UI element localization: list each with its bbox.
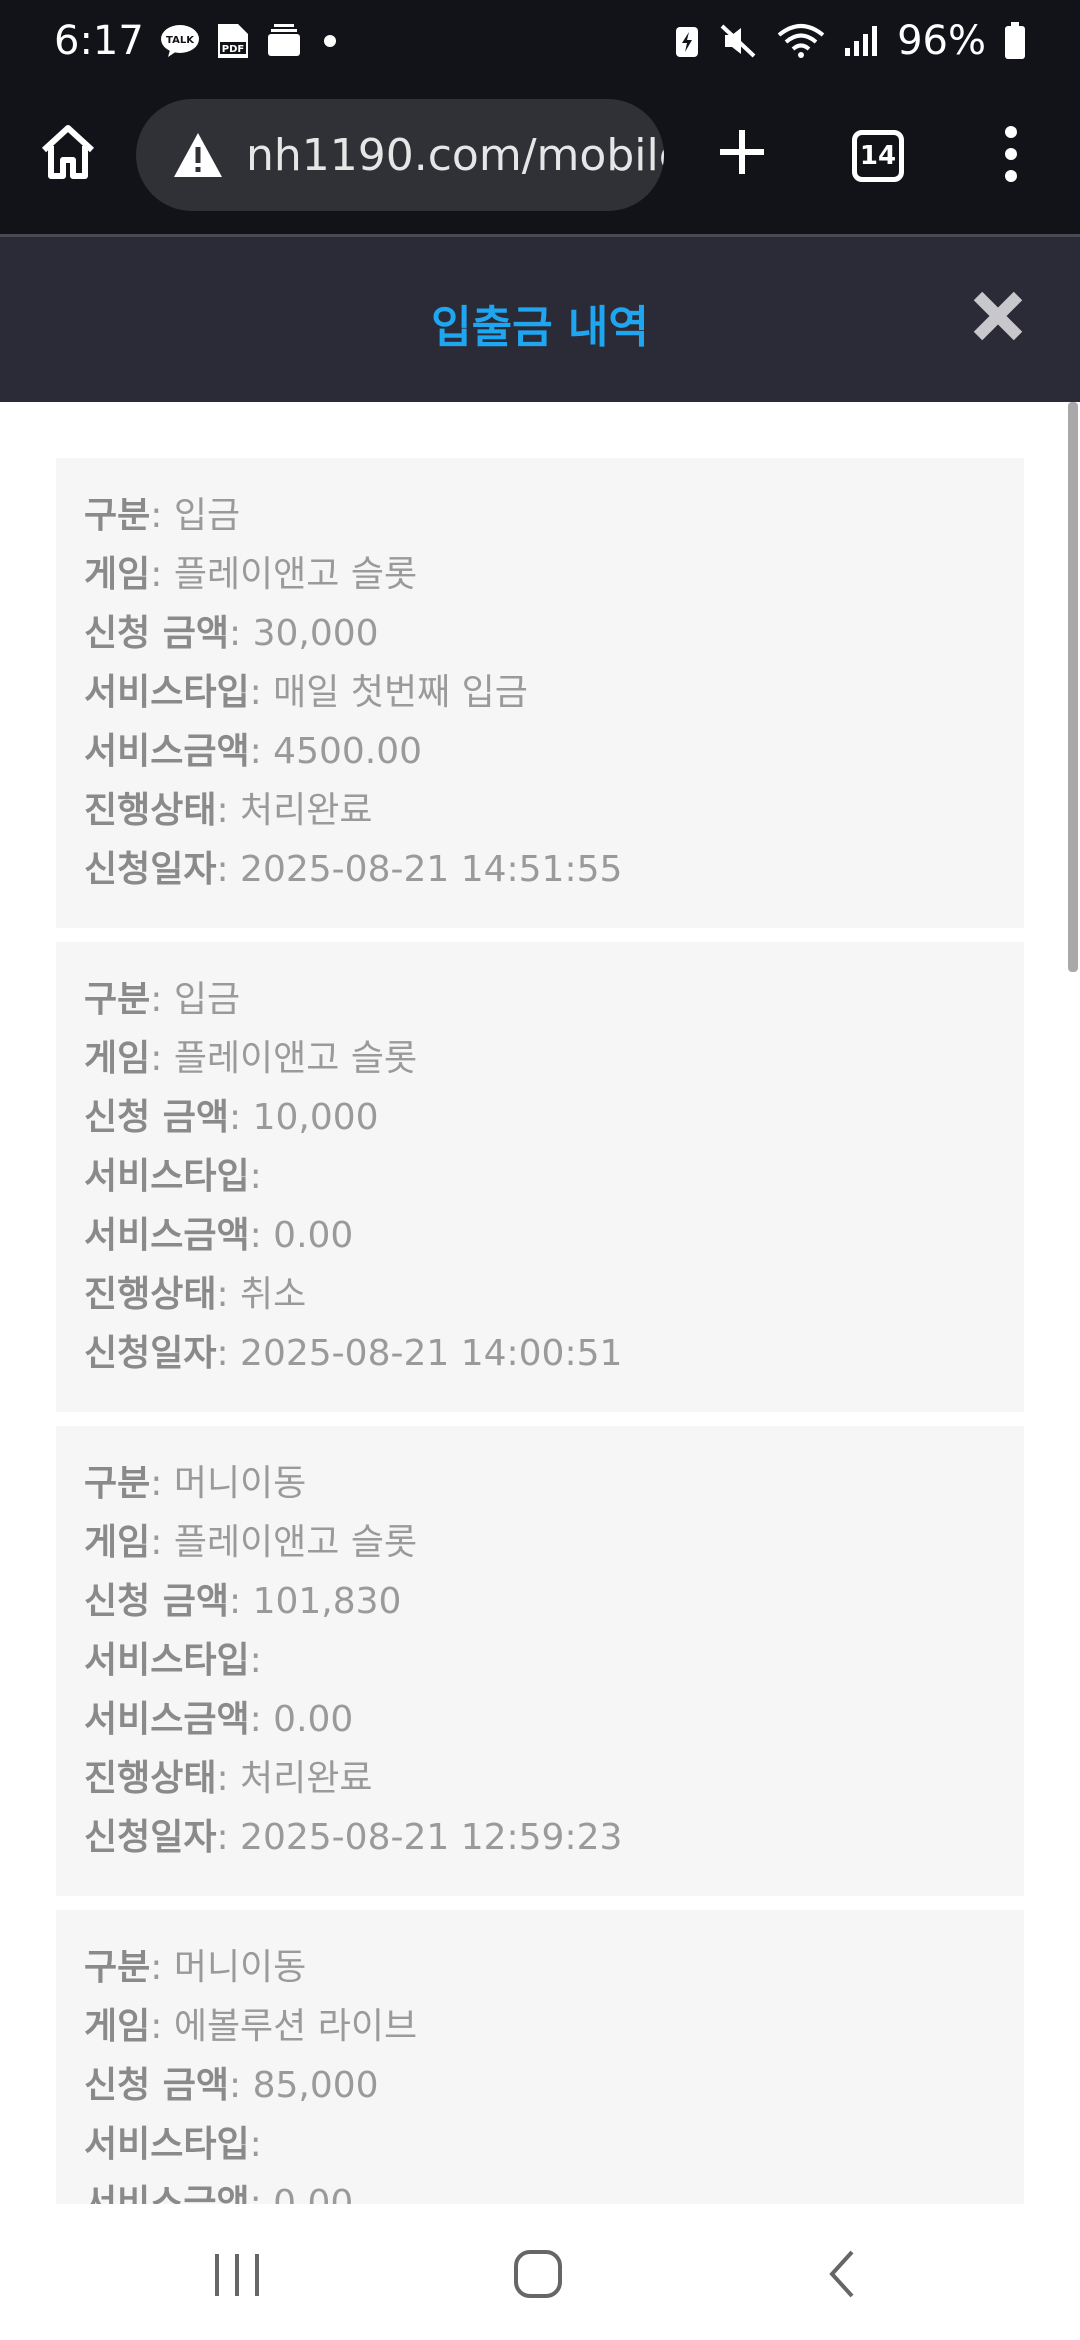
battery-percent: 96% [897, 18, 986, 64]
pdf-badge-text: PDF [222, 44, 244, 55]
wifi-icon [777, 23, 825, 59]
record-game: 게임: 플레이앤고 슬롯 [84, 1038, 418, 1079]
address-bar[interactable]: nh1190.com/mobile/ [136, 99, 664, 211]
notification-dot-icon [318, 29, 342, 53]
signal-icon [843, 24, 879, 58]
warning-icon[interactable] [172, 131, 224, 179]
record-status: 진행상태: 취소 [84, 1274, 307, 1315]
record-service-type: 서비스타입: [84, 1156, 262, 1197]
record-request-amount: 신청 금액: 101,830 [84, 1581, 402, 1622]
transaction-record: 구분: 입금 게임: 플레이앤고 슬롯 신청 금액: 30,000 서비스타입:… [56, 458, 1024, 928]
record-request-amount: 신청 금액: 85,000 [84, 2065, 379, 2106]
home-outline-icon [514, 2250, 562, 2298]
more-vert-icon [1005, 126, 1017, 182]
record-category: 구분: 입금 [84, 979, 241, 1020]
home-icon [41, 125, 95, 179]
record-service-amount: 서비스금액: 4500.00 [84, 731, 423, 772]
kakaotalk-icon: TALK [160, 23, 200, 59]
record-request-date: 신청일자: 2025-08-21 14:51:55 [84, 849, 623, 890]
back-button[interactable] [826, 2248, 858, 2300]
battery-saver-icon [673, 23, 701, 59]
recents-icon [215, 2254, 259, 2296]
tab-switcher-button[interactable]: 14 [852, 130, 904, 182]
record-service-amount: 서비스금액: 0.00 [84, 1699, 354, 1740]
battery-icon [1004, 22, 1026, 60]
close-icon [973, 291, 1023, 341]
transaction-record: 구분: 머니이동 게임: 플레이앤고 슬롯 신청 금액: 101,830 서비스… [56, 1426, 1024, 1896]
browser-toolbar: nh1190.com/mobile/ 14 [0, 82, 1080, 234]
record-request-date: 신청일자: 2025-08-21 14:00:51 [84, 1333, 623, 1374]
close-button[interactable] [970, 288, 1026, 344]
record-request-amount: 신청 금액: 10,000 [84, 1097, 379, 1138]
record-category: 구분: 입금 [84, 495, 241, 536]
modal-title: 입출금 내역 [431, 302, 649, 353]
record-status: 진행상태: 처리완료 [84, 1758, 373, 1799]
kakaotalk-badge-text: TALK [166, 35, 195, 46]
record-game: 게임: 에볼루션 라이브 [84, 2006, 418, 2047]
pdf-icon: PDF [216, 22, 250, 60]
record-category: 구분: 머니이동 [84, 1463, 307, 1504]
mute-icon [719, 23, 759, 59]
record-request-date: 신청일자: 2025-08-21 12:59:23 [84, 1817, 623, 1858]
transaction-record: 구분: 머니이동 게임: 에볼루션 라이브 신청 금액: 85,000 서비스타… [56, 1910, 1024, 2204]
transaction-list[interactable]: 구분: 입금 게임: 플레이앤고 슬롯 신청 금액: 30,000 서비스타입:… [0, 402, 1070, 2204]
browser-menu-button[interactable] [996, 122, 1026, 186]
status-time: 6:17 [54, 18, 144, 64]
system-nav-bar [0, 2204, 1080, 2340]
record-category: 구분: 머니이동 [84, 1947, 307, 1988]
modal-header: 입출금 내역 [0, 234, 1080, 402]
app-root: 6:17 TALK PDF 96% nh1190.com/mobile/ 14 … [0, 0, 1080, 2340]
transaction-record: 구분: 입금 게임: 플레이앤고 슬롯 신청 금액: 10,000 서비스타입:… [56, 942, 1024, 1412]
system-home-button[interactable] [512, 2248, 564, 2300]
record-game: 게임: 플레이앤고 슬롯 [84, 1522, 418, 1563]
url-text[interactable]: nh1190.com/mobile/ [246, 130, 664, 181]
stack-notification-icon [266, 24, 302, 58]
status-bar: 6:17 TALK PDF 96% [0, 0, 1080, 82]
record-service-type: 서비스타입: [84, 1640, 262, 1681]
chevron-left-icon [829, 2250, 854, 2298]
record-game: 게임: 플레이앤고 슬롯 [84, 554, 418, 595]
browser-home-button[interactable] [36, 120, 100, 184]
record-service-amount: 서비스금액: 0.00 [84, 2183, 354, 2204]
scrollbar-thumb[interactable] [1068, 402, 1078, 972]
record-request-amount: 신청 금액: 30,000 [84, 613, 379, 654]
plus-icon [720, 130, 764, 174]
record-service-amount: 서비스금액: 0.00 [84, 1215, 354, 1256]
new-tab-button[interactable] [710, 120, 774, 184]
record-status: 진행상태: 처리완료 [84, 790, 373, 831]
record-service-type: 서비스타입: [84, 2124, 262, 2165]
recents-button[interactable] [212, 2254, 262, 2296]
record-service-type: 서비스타입: 매일 첫번째 입금 [84, 672, 528, 713]
